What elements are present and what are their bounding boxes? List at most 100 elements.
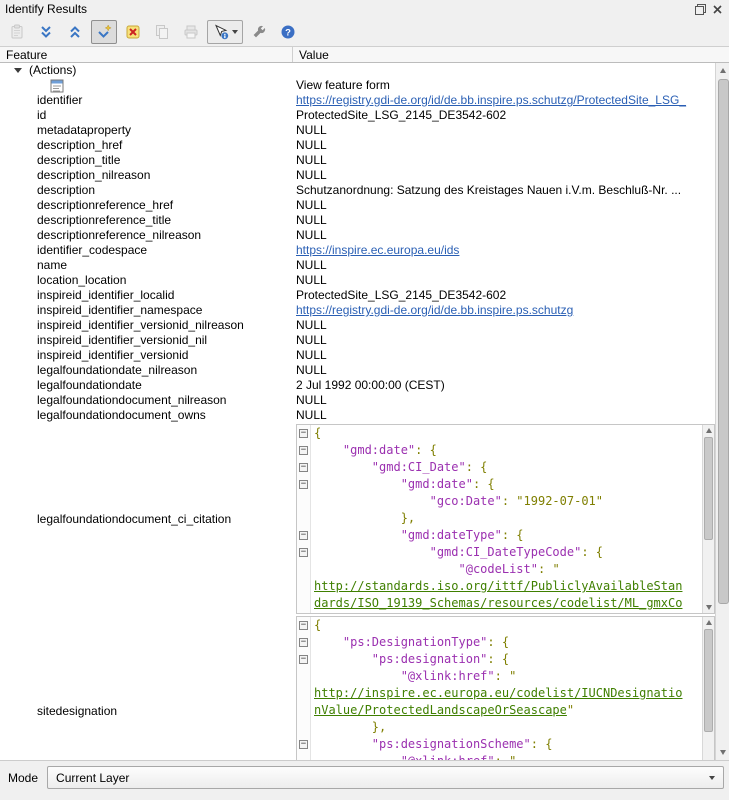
code-line: http://inspire.ec.europa.eu/codelist/IUC… <box>314 685 702 702</box>
feature-name: legalfoundationdocument_nilreason <box>0 393 293 408</box>
feature-value: Schutzanordnung: Satzung des Kreistages … <box>293 183 715 198</box>
attribute-row[interactable]: location_locationNULL <box>0 273 715 288</box>
data-rows-mount: identifierhttps://registry.gdi-de.org/id… <box>0 93 715 760</box>
fold-marker-icon[interactable]: − <box>299 429 308 438</box>
code-line: "ps:DesignationType": { <box>314 634 702 651</box>
code-token <box>314 562 459 576</box>
feature-value: ProtectedSite_LSG_2145_DE3542-602 <box>293 108 715 123</box>
column-header-value[interactable]: Value <box>293 47 729 62</box>
code-token: "gmd:date" <box>343 443 415 457</box>
code-token: : { <box>487 652 509 666</box>
code-token <box>314 669 401 683</box>
fold-marker-icon[interactable]: − <box>299 638 308 647</box>
fold-slot: − <box>297 736 310 753</box>
attribute-row[interactable]: description_nilreasonNULL <box>0 168 715 183</box>
feature-value: https://registry.gdi-de.org/id/de.bb.ins… <box>293 303 715 318</box>
fold-marker-icon[interactable]: − <box>299 655 308 664</box>
feature-value: NULL <box>293 168 715 183</box>
attribute-row[interactable]: inspireid_identifier_versionid_nilreason… <box>0 318 715 333</box>
attribute-row[interactable]: descriptionreference_hrefNULL <box>0 198 715 213</box>
scrollbar-thumb[interactable] <box>718 79 729 604</box>
code-token: " <box>567 703 574 717</box>
mode-combobox[interactable]: Current Layer <box>47 766 724 789</box>
collapse-tree-button[interactable] <box>62 20 88 44</box>
fold-slot <box>297 561 310 578</box>
attribute-row[interactable]: metadatapropertyNULL <box>0 123 715 138</box>
attribute-row[interactable]: legalfoundationdocument_nilreasonNULL <box>0 393 715 408</box>
collapse-expander-icon[interactable] <box>14 68 22 73</box>
vertical-scrollbar[interactable] <box>715 63 729 760</box>
attribute-row[interactable]: legalfoundationdate2 Jul 1992 00:00:00 (… <box>0 378 715 393</box>
attribute-row[interactable]: identifier_codespacehttps://inspire.ec.e… <box>0 243 715 258</box>
feature-value: NULL <box>293 318 715 333</box>
form-action-label[interactable]: View feature form <box>293 78 715 93</box>
close-panel-button[interactable] <box>710 2 725 17</box>
code-token <box>314 720 372 734</box>
attribute-row[interactable]: inspireid_identifier_localidProtectedSit… <box>0 288 715 303</box>
attribute-row[interactable]: idProtectedSite_LSG_2145_DE3542-602 <box>0 108 715 123</box>
scroll-up-button[interactable] <box>716 63 729 78</box>
editor-scrollbar-thumb[interactable] <box>704 629 713 732</box>
code-lines[interactable]: { "gmd:date": { "gmd:CI_Date": { "gmd:da… <box>311 425 702 613</box>
feature-value: 2 Jul 1992 00:00:00 (CEST) <box>293 378 715 393</box>
expand-new-results-toggle[interactable] <box>91 20 117 44</box>
fold-slot <box>297 702 310 719</box>
code-token: " <box>509 754 516 760</box>
attribute-row[interactable]: legalfoundationdocument_ownsNULL <box>0 408 715 423</box>
fold-marker-icon[interactable]: − <box>299 463 308 472</box>
attribute-row[interactable]: inspireid_identifier_namespacehttps://re… <box>0 303 715 318</box>
fold-marker-icon[interactable]: − <box>299 480 308 489</box>
editor-scrollbar[interactable] <box>702 425 714 613</box>
code-token: : { <box>487 635 509 649</box>
value-link[interactable]: https://registry.gdi-de.org/id/de.bb.ins… <box>296 93 686 107</box>
form-action-icon[interactable] <box>50 79 64 93</box>
attribute-row[interactable]: description_titleNULL <box>0 153 715 168</box>
titlebar: Identify Results <box>0 0 729 18</box>
value-link[interactable]: https://registry.gdi-de.org/id/de.bb.ins… <box>296 303 573 317</box>
editor-scrollbar[interactable] <box>702 617 714 760</box>
clear-results-button[interactable] <box>120 20 146 44</box>
attribute-row[interactable]: inspireid_identifier_versionid_nilNULL <box>0 333 715 348</box>
code-token: "gmd:date" <box>401 477 473 491</box>
fold-marker-icon[interactable]: − <box>299 621 308 630</box>
identify-settings-button[interactable] <box>246 20 272 44</box>
help-button[interactable]: ? <box>275 20 301 44</box>
expand-tree-button[interactable] <box>33 20 59 44</box>
fold-slot: − <box>297 459 310 476</box>
value-link[interactable]: https://inspire.ec.europa.eu/ids <box>296 243 459 257</box>
code-token: "ps:designation" <box>372 652 488 666</box>
feature-name: inspireid_identifier_localid <box>0 288 293 303</box>
scroll-down-button[interactable] <box>716 745 729 760</box>
fold-marker-icon[interactable]: − <box>299 740 308 749</box>
actions-group-row[interactable]: (Actions) <box>0 63 715 78</box>
feature-name: legalfoundationdate <box>0 378 293 393</box>
attribute-row[interactable]: inspireid_identifier_versionidNULL <box>0 348 715 363</box>
feature-value: https://inspire.ec.europa.eu/ids <box>293 243 715 258</box>
code-line: "gmd:CI_Date": { <box>314 459 702 476</box>
attribute-row[interactable]: description_hrefNULL <box>0 138 715 153</box>
form-action-row[interactable]: View feature form <box>0 78 715 93</box>
fold-marker-icon[interactable]: − <box>299 446 308 455</box>
fold-marker-icon[interactable]: − <box>299 548 308 557</box>
attribute-row[interactable]: descriptionreference_titleNULL <box>0 213 715 228</box>
attribute-row[interactable]: legalfoundationdate_nilreasonNULL <box>0 363 715 378</box>
code-lines[interactable]: { "ps:DesignationType": { "ps:designatio… <box>311 617 702 760</box>
code-token: { <box>314 618 321 632</box>
attribute-row[interactable]: identifierhttps://registry.gdi-de.org/id… <box>0 93 715 108</box>
json-code-editor[interactable]: − − − − − −{ "gmd:date": { "gmd:CI_Date": { "… <box>296 424 715 614</box>
fold-marker-icon[interactable]: − <box>299 531 308 540</box>
attribute-row[interactable]: descriptionSchutzanordnung: Satzung des … <box>0 183 715 198</box>
float-panel-button[interactable] <box>693 2 708 17</box>
identify-mode-dropdown[interactable] <box>207 20 243 44</box>
code-line: "ps:designationScheme": { <box>314 736 702 753</box>
code-line: "gmd:CI_DateTypeCode": { <box>314 544 702 561</box>
code-token <box>314 460 372 474</box>
attribute-row[interactable]: nameNULL <box>0 258 715 273</box>
collapse-tree-icon <box>67 24 83 40</box>
json-code-editor[interactable]: −−−−{ "ps:DesignationType": { "ps:design… <box>296 616 715 760</box>
column-header-feature[interactable]: Feature <box>0 47 293 62</box>
editor-scrollbar-thumb[interactable] <box>704 437 713 540</box>
code-token: "ps:DesignationType" <box>343 635 488 649</box>
print-button <box>178 20 204 44</box>
attribute-row[interactable]: descriptionreference_nilreasonNULL <box>0 228 715 243</box>
